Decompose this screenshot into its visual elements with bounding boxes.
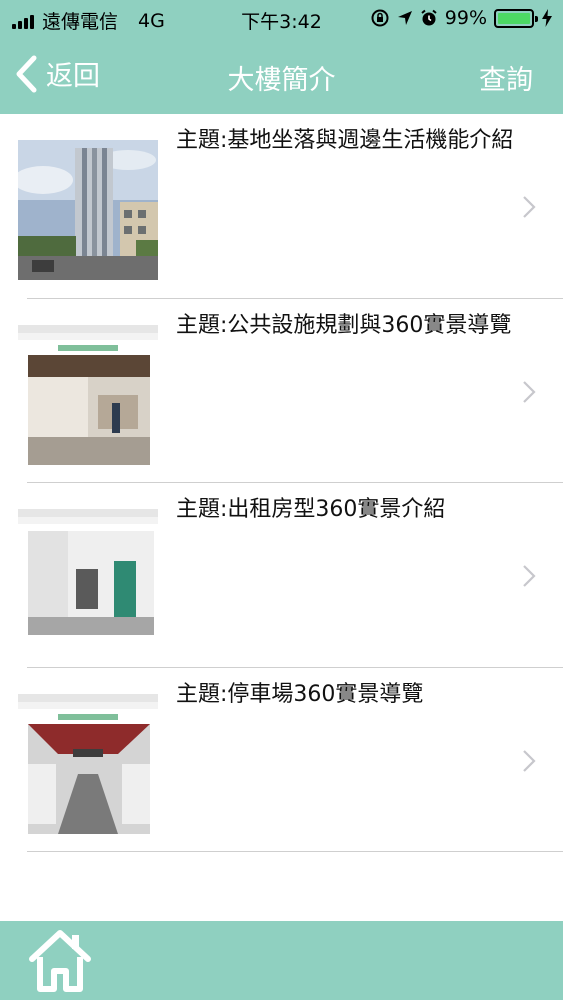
chevron-right-icon bbox=[523, 196, 536, 218]
status-bar: 遠傳電信 4G 下午3:42 99% bbox=[0, 0, 563, 38]
list-item[interactable]: 主題:公共設施規劃與360實景導覽 bbox=[0, 299, 563, 483]
topic-list: 主題:基地坐落與週邊生活機能介紹 主題:公共設施規劃與360實景導覽 主題:出租… bbox=[0, 114, 563, 852]
chevron-right-icon bbox=[523, 749, 536, 772]
list-item[interactable]: 主題:基地坐落與週邊生活機能介紹 bbox=[0, 114, 563, 299]
bottom-tab-bar bbox=[0, 921, 563, 1000]
parking-360-thumbnail bbox=[18, 693, 158, 834]
chevron-right-icon bbox=[523, 565, 536, 587]
home-icon[interactable] bbox=[26, 927, 94, 993]
list-item[interactable]: 主題:停車場360實景導覽 bbox=[0, 668, 563, 852]
charging-icon bbox=[542, 9, 552, 27]
top-bar: 遠傳電信 4G 下午3:42 99% 返回 大樓簡介 查詢 bbox=[0, 0, 563, 114]
divider bbox=[27, 851, 563, 852]
lobby-360-thumbnail bbox=[18, 324, 158, 465]
room-360-thumbnail bbox=[18, 509, 158, 649]
item-title: 主題:停車場360實景導覽 bbox=[176, 681, 424, 707]
building-exterior-thumbnail bbox=[18, 140, 158, 280]
query-button[interactable]: 查詢 bbox=[479, 58, 533, 97]
item-title: 主題:出租房型360實景介紹 bbox=[176, 497, 446, 522]
chevron-right-icon bbox=[523, 380, 536, 403]
item-title: 主題:基地坐落與週邊生活機能介紹 bbox=[176, 128, 514, 153]
status-right: 99% bbox=[370, 7, 553, 29]
rotation-lock-icon bbox=[371, 9, 389, 27]
alarm-icon bbox=[421, 9, 437, 26]
navigation-bar: 返回 大樓簡介 查詢 bbox=[0, 38, 563, 114]
location-icon bbox=[397, 11, 412, 25]
item-title: 主題:公共設施規劃與360實景導覽 bbox=[176, 312, 512, 338]
list-item[interactable]: 主題:出租房型360實景介紹 bbox=[0, 483, 563, 668]
battery-percent: 99% bbox=[444, 7, 487, 29]
battery-icon bbox=[494, 8, 538, 28]
